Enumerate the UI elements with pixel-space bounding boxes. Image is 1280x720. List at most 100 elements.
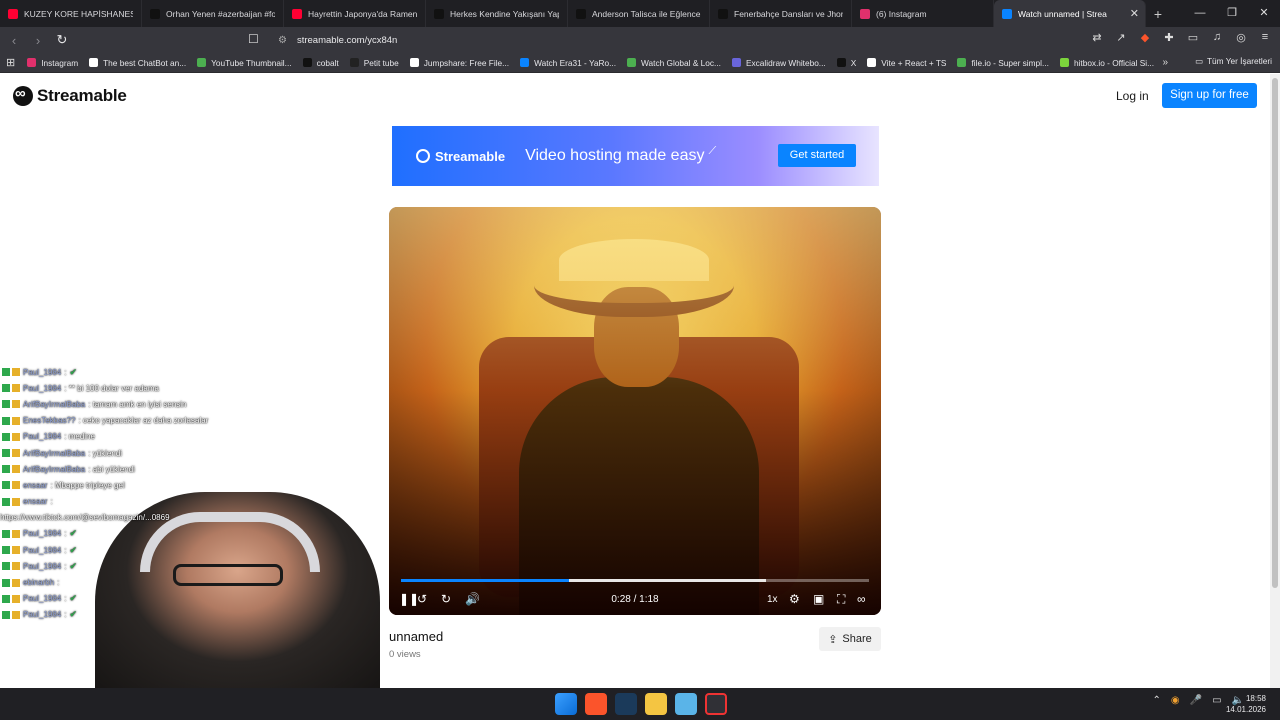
kick-badge-icon xyxy=(2,368,10,377)
sidebar-icon[interactable]: ▭ xyxy=(1186,31,1200,44)
promo-banner[interactable]: Streamable Video hosting made easy ⟋ Get… xyxy=(392,126,879,186)
forward-icon[interactable]: › xyxy=(28,33,48,48)
browser-tab[interactable]: Hayrettin Japonya'da Ramen Y xyxy=(284,0,426,27)
streamable-player-icon[interactable]: ∞ xyxy=(857,592,866,606)
new-tab-button[interactable]: + xyxy=(1146,6,1170,22)
sub-badge-icon xyxy=(12,497,20,506)
tab-list: KUZEY KORE HAPİSHANESİNDE Orhan Yenen #az… xyxy=(0,0,1146,27)
bookmark-favicon-icon xyxy=(349,58,359,67)
chat-message: Paul_1984: ✔ xyxy=(0,542,300,558)
chat-message: Paul_1984: ✔ xyxy=(0,591,300,607)
bookmark-item[interactable]: YouTube Thumbnail... xyxy=(197,58,292,68)
get-started-button[interactable]: Get started xyxy=(778,144,856,167)
kick-badge-icon xyxy=(2,546,10,555)
more-bookmarks-icon[interactable]: » xyxy=(1162,57,1168,68)
window-controls: — ❐ ✕ xyxy=(1184,0,1280,27)
video-title: unnamed xyxy=(389,629,444,644)
bookmark-item[interactable]: Instagram xyxy=(27,58,78,68)
browser-tab[interactable]: KUZEY KORE HAPİSHANESİNDE xyxy=(0,0,142,27)
bookmark-item[interactable]: file.io - Super simpl... xyxy=(957,58,1049,68)
network-icon[interactable]: ▭ xyxy=(1212,695,1221,706)
video-player[interactable]: ❚❚ ↺ ↻ 🔊 0:28 / 1:18 1x ⚙ ▣ ⛶ ∞ xyxy=(389,207,881,615)
bookmark-favicon-icon xyxy=(520,58,530,67)
recording-app-icon[interactable] xyxy=(705,693,727,715)
wallet-icon[interactable]: ◎ xyxy=(1234,31,1248,44)
time-display: 0:28 / 1:18 xyxy=(611,594,659,605)
browser-tab[interactable]: (6) Instagram xyxy=(852,0,994,27)
signup-button[interactable]: Sign up for free xyxy=(1162,83,1257,108)
minimize-icon[interactable]: — xyxy=(1184,0,1216,27)
browser-tab[interactable]: Anderson Talisca ile Eğlenceli D xyxy=(568,0,710,27)
bookmark-item[interactable]: Watch Global & Loc... xyxy=(627,58,721,68)
bookmark-item[interactable]: Petit tube xyxy=(349,58,399,68)
sub-badge-icon xyxy=(12,449,20,458)
back-icon[interactable]: ‹ xyxy=(4,33,24,48)
close-tab-icon[interactable]: ✕ xyxy=(1130,7,1139,20)
tab-favicon-icon xyxy=(434,8,444,19)
chat-username: Paul_1984 xyxy=(23,610,62,620)
chat-username: ArifBayIrmalBaba xyxy=(23,448,86,458)
system-clock[interactable]: 18:58 14.01.2026 xyxy=(1226,693,1266,715)
chat-username: Paul_1984 xyxy=(23,561,62,571)
chat-text: https://www.tiktok.com/@sevibomagazin/..… xyxy=(0,513,170,523)
chat-text: : xyxy=(50,497,53,507)
bookmark-item[interactable]: The best ChatBot an... xyxy=(89,58,186,68)
steam-icon[interactable] xyxy=(615,693,637,715)
menu-icon[interactable]: ≡ xyxy=(1258,31,1272,44)
pip-icon[interactable]: ▣ xyxy=(813,592,824,606)
site-settings-icon[interactable]: ⚙ xyxy=(278,35,287,46)
chat-username: Paul_1984 xyxy=(23,432,62,442)
bookmark-item[interactable]: Jumpshare: Free File... xyxy=(409,58,509,68)
login-link[interactable]: Log in xyxy=(1116,89,1149,103)
check-emote-icon: ✔ xyxy=(69,366,78,377)
bookmark-item[interactable]: X xyxy=(836,58,856,68)
scrollbar-thumb[interactable] xyxy=(1272,78,1278,588)
translate-icon[interactable]: ⇄ xyxy=(1090,31,1104,44)
windows-start-icon[interactable] xyxy=(555,693,577,715)
url-field[interactable]: ⚙ streamable.com/ycx84n xyxy=(270,30,990,50)
bookmark-item[interactable]: hitbox.io - Official Si... xyxy=(1059,58,1154,68)
microphone-icon[interactable]: 🎤 xyxy=(1190,695,1202,706)
browser-tab[interactable]: Fenerbahçe Dansları ve Jhon D xyxy=(710,0,852,27)
close-window-icon[interactable]: ✕ xyxy=(1248,0,1280,27)
extensions-icon[interactable]: ✚ xyxy=(1162,31,1176,44)
seek-bar[interactable] xyxy=(401,579,869,582)
bookmark-item[interactable]: Watch Era31 - YaRo... xyxy=(520,58,616,68)
brave-browser-icon[interactable] xyxy=(585,693,607,715)
bookmark-page-icon[interactable]: ☐ xyxy=(248,32,259,46)
streamable-logo[interactable]: Streamable xyxy=(13,85,127,106)
bookmark-label: Instagram xyxy=(41,57,79,68)
player-controls: ❚❚ ↺ ↻ 🔊 0:28 / 1:18 1x ⚙ ▣ ⛶ ∞ xyxy=(389,575,881,615)
brave-shield-icon[interactable]: ◆ xyxy=(1138,31,1152,44)
bookmark-item[interactable]: Excalidraw Whitebo... xyxy=(731,57,826,68)
tray-chevron-icon[interactable]: ⌃ xyxy=(1153,695,1161,706)
bookmark-label: Excalidraw Whitebo... xyxy=(745,57,826,68)
browser-tab[interactable]: Watch unnamed | Strea ✕ xyxy=(994,0,1146,27)
settings-gear-icon[interactable]: ⚙ xyxy=(789,592,800,606)
apps-grid-icon[interactable]: ⊞ xyxy=(6,56,15,69)
file-explorer-icon[interactable] xyxy=(645,693,667,715)
page-scrollbar[interactable] xyxy=(1270,74,1280,688)
chat-username: Paul_1984 xyxy=(23,545,62,555)
chat-username: ArifBayIrmalBaba xyxy=(23,464,86,474)
restore-icon[interactable]: ❐ xyxy=(1216,0,1248,27)
browser-tab[interactable]: Herkes Kendine Yakışanı Yapıy xyxy=(426,0,568,27)
share-page-icon[interactable]: ↗ xyxy=(1114,31,1128,44)
photos-icon[interactable] xyxy=(675,693,697,715)
reload-icon[interactable]: ↻ xyxy=(52,32,72,48)
browser-tab[interactable]: Orhan Yenen #azerbaijan #for xyxy=(142,0,284,27)
tray-app-icon[interactable]: ◉ xyxy=(1171,695,1180,706)
bookmark-item[interactable]: Vite + React + TS xyxy=(867,58,946,68)
all-bookmarks-folder[interactable]: ▭ Tüm Yer İşaretleri xyxy=(1195,56,1272,66)
chat-message: ArifBayIrmalBaba: tamam amk en iyisi sen… xyxy=(0,396,300,412)
bookmark-item[interactable]: cobalt xyxy=(302,58,339,68)
browser-tab-strip: KUZEY KORE HAPİSHANESİNDE Orhan Yenen #az… xyxy=(0,0,1280,27)
tab-title: Herkes Kendine Yakışanı Yapıy xyxy=(450,8,559,19)
fullscreen-icon[interactable]: ⛶ xyxy=(837,592,845,607)
media-icon[interactable]: ♫ xyxy=(1210,31,1224,44)
streamable-logo-icon xyxy=(13,85,33,106)
speed-button[interactable]: 1x xyxy=(767,594,778,605)
bookmark-label: Watch Global & Loc... xyxy=(641,57,721,68)
chat-text: : tamam amk en iyisi sensin xyxy=(88,399,187,409)
share-button[interactable]: ⇪ Share xyxy=(819,627,881,651)
